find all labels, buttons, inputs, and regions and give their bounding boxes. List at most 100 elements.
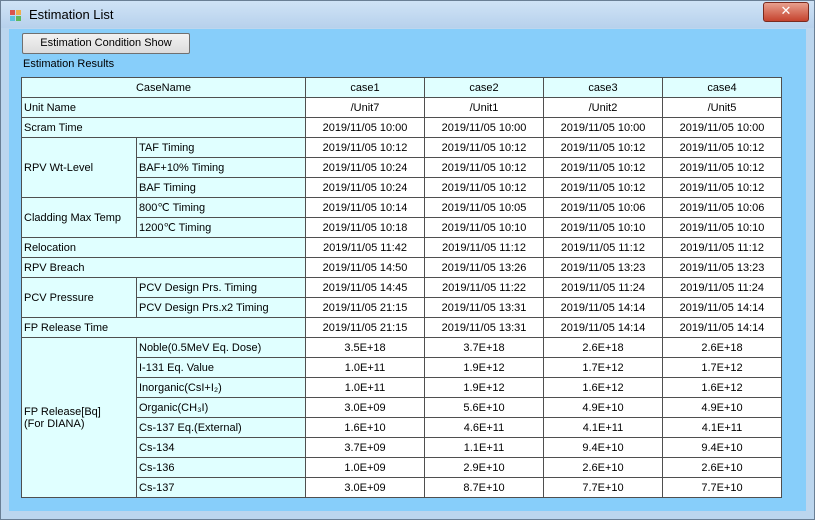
column-header-case4[interactable]: case4 [662, 77, 782, 98]
row-header-rpv-breach: RPV Breach [21, 257, 306, 278]
table-cell[interactable]: 2019/11/05 10:00 [543, 117, 663, 138]
table-cell[interactable]: /Unit7 [305, 97, 425, 118]
table-cell[interactable]: 2019/11/05 10:00 [305, 117, 425, 138]
table-cell[interactable]: 2019/11/05 11:22 [424, 277, 544, 298]
table-cell[interactable]: 2019/11/05 10:18 [305, 217, 425, 238]
table-cell[interactable]: 4.1E+11 [543, 417, 663, 438]
table-cell[interactable]: 2019/11/05 14:14 [662, 297, 782, 318]
table-cell[interactable]: 2019/11/05 10:10 [662, 217, 782, 238]
table-cell[interactable]: 2019/11/05 10:06 [662, 197, 782, 218]
table-cell[interactable]: 2019/11/05 11:12 [543, 237, 663, 258]
table-cell[interactable]: 2019/11/05 11:24 [662, 277, 782, 298]
table-cell[interactable]: 2019/11/05 10:00 [424, 117, 544, 138]
table-cell[interactable]: 2019/11/05 11:12 [424, 237, 544, 258]
estimation-condition-show-button[interactable]: Estimation Condition Show [22, 33, 190, 54]
table-cell[interactable]: 2019/11/05 11:42 [305, 237, 425, 258]
row-header-fp-release-time: FP Release Time [21, 317, 306, 338]
table-cell[interactable]: 2019/11/05 14:14 [543, 297, 663, 318]
table-cell[interactable]: 2019/11/05 14:50 [305, 257, 425, 278]
row-header-cs137: Cs-137 [136, 477, 306, 498]
table-cell[interactable]: 1.7E+12 [662, 357, 782, 378]
table-cell[interactable]: /Unit5 [662, 97, 782, 118]
table-cell[interactable]: 2019/11/05 10:12 [662, 157, 782, 178]
table-cell[interactable]: /Unit2 [543, 97, 663, 118]
table-cell[interactable]: 2019/11/05 10:10 [543, 217, 663, 238]
table-cell[interactable]: 4.9E+10 [662, 397, 782, 418]
table-cell[interactable]: 9.4E+10 [662, 437, 782, 458]
table-cell[interactable]: 4.1E+11 [662, 417, 782, 438]
table-cell[interactable]: /Unit1 [424, 97, 544, 118]
table-cell[interactable]: 1.0E+11 [305, 377, 425, 398]
table-cell[interactable]: 3.0E+09 [305, 477, 425, 498]
table-cell[interactable]: 2019/11/05 11:24 [543, 277, 663, 298]
table-cell[interactable]: 2019/11/05 13:23 [662, 257, 782, 278]
table-cell[interactable]: 2019/11/05 10:06 [543, 197, 663, 218]
table-cell[interactable]: 2019/11/05 10:12 [662, 177, 782, 198]
table-cell[interactable]: 1.7E+12 [543, 357, 663, 378]
table-cell[interactable]: 3.7E+09 [305, 437, 425, 458]
table-cell[interactable]: 2019/11/05 10:24 [305, 157, 425, 178]
table-row: RPV Breach 2019/11/05 14:50 2019/11/05 1… [21, 257, 782, 278]
table-row: Unit Name /Unit7 /Unit1 /Unit2 /Unit5 [21, 97, 782, 118]
table-cell[interactable]: 1.6E+12 [543, 377, 663, 398]
table-cell[interactable]: 2019/11/05 10:10 [424, 217, 544, 238]
table-cell[interactable]: 2019/11/05 14:14 [543, 317, 663, 338]
table-cell[interactable]: 2.9E+10 [424, 457, 544, 478]
row-header-800c-timing: 800℃ Timing [136, 197, 306, 218]
table-cell[interactable]: 2019/11/05 14:14 [662, 317, 782, 338]
table-cell[interactable]: 2019/11/05 10:12 [305, 137, 425, 158]
close-icon[interactable]: ✕ [763, 2, 809, 22]
table-cell[interactable]: 1.9E+12 [424, 377, 544, 398]
table-cell[interactable]: 2019/11/05 10:00 [662, 117, 782, 138]
table-cell[interactable]: 2019/11/05 10:14 [305, 197, 425, 218]
table-cell[interactable]: 2019/11/05 10:24 [305, 177, 425, 198]
table-cell[interactable]: 2019/11/05 10:12 [424, 157, 544, 178]
table-cell[interactable]: 5.6E+10 [424, 397, 544, 418]
table-cell[interactable]: 3.5E+18 [305, 337, 425, 358]
table-cell[interactable]: 2019/11/05 10:05 [424, 197, 544, 218]
row-header-noble: Noble(0.5MeV Eq. Dose) [136, 337, 306, 358]
table-cell[interactable]: 2019/11/05 13:26 [424, 257, 544, 278]
row-header-1200c-timing: 1200℃ Timing [136, 217, 306, 238]
table-cell[interactable]: 1.0E+11 [305, 357, 425, 378]
row-header-unit-name: Unit Name [21, 97, 306, 118]
table-cell[interactable]: 2019/11/05 21:15 [305, 317, 425, 338]
table-cell[interactable]: 2019/11/05 13:31 [424, 297, 544, 318]
column-header-case3[interactable]: case3 [543, 77, 663, 98]
table-cell[interactable]: 2019/11/05 21:15 [305, 297, 425, 318]
client-area: Estimation Condition Show Estimation Res… [9, 29, 806, 511]
table-cell[interactable]: 7.7E+10 [543, 477, 663, 498]
fp-release-label: FP Release[Bq] [24, 405, 101, 418]
table-cell[interactable]: 1.0E+09 [305, 457, 425, 478]
title-bar: Estimation List ✕ [1, 1, 814, 28]
table-cell[interactable]: 2.6E+10 [662, 457, 782, 478]
table-cell[interactable]: 2019/11/05 13:31 [424, 317, 544, 338]
table-cell[interactable]: 2.6E+10 [543, 457, 663, 478]
table-cell[interactable]: 8.7E+10 [424, 477, 544, 498]
table-cell[interactable]: 1.9E+12 [424, 357, 544, 378]
table-cell[interactable]: 1.6E+12 [662, 377, 782, 398]
table-cell[interactable]: 3.7E+18 [424, 337, 544, 358]
table-cell[interactable]: 2019/11/05 10:12 [662, 137, 782, 158]
table-cell[interactable]: 2019/11/05 13:23 [543, 257, 663, 278]
table-cell[interactable]: 3.0E+09 [305, 397, 425, 418]
table-cell[interactable]: 1.1E+11 [424, 437, 544, 458]
table-cell[interactable]: 4.9E+10 [543, 397, 663, 418]
table-cell[interactable]: 9.4E+10 [543, 437, 663, 458]
table-cell[interactable]: 2019/11/05 10:12 [424, 137, 544, 158]
column-header-case1[interactable]: case1 [305, 77, 425, 98]
table-cell[interactable]: 2019/11/05 10:12 [543, 157, 663, 178]
table-cell[interactable]: 2019/11/05 10:12 [543, 177, 663, 198]
table-cell[interactable]: 2.6E+18 [662, 337, 782, 358]
table-cell[interactable]: 2019/11/05 10:12 [424, 177, 544, 198]
table-cell[interactable]: 2.6E+18 [543, 337, 663, 358]
table-cell[interactable]: 7.7E+10 [662, 477, 782, 498]
table-cell[interactable]: 2019/11/05 11:12 [662, 237, 782, 258]
results-grid: CaseName case1 case2 case3 case4 Unit Na… [21, 77, 782, 498]
table-cell[interactable]: 1.6E+10 [305, 417, 425, 438]
table-cell[interactable]: 2019/11/05 14:45 [305, 277, 425, 298]
table-cell[interactable]: 2019/11/05 10:12 [543, 137, 663, 158]
row-header-pcv-design-prs-timing: PCV Design Prs. Timing [136, 277, 306, 298]
column-header-case2[interactable]: case2 [424, 77, 544, 98]
table-cell[interactable]: 4.6E+11 [424, 417, 544, 438]
